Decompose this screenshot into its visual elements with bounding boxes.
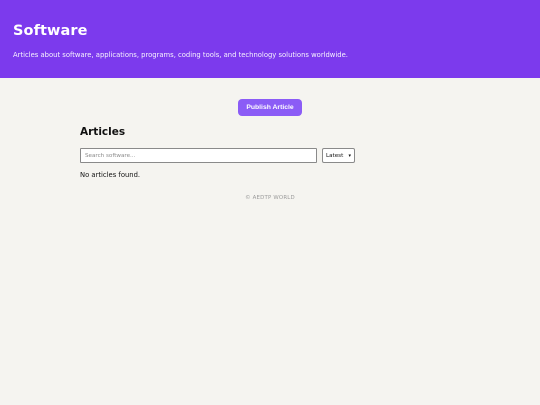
publish-article-button[interactable]: Publish Article	[238, 99, 302, 116]
page-title: Software	[13, 23, 88, 39]
sort-select-value: Latest	[326, 152, 344, 159]
page-header: Software Articles about software, applic…	[0, 0, 540, 78]
sort-select[interactable]: Latest ▾	[322, 148, 355, 163]
articles-heading: Articles	[80, 126, 126, 138]
chevron-down-icon: ▾	[348, 152, 351, 159]
articles-controls: Latest ▾	[80, 148, 460, 163]
main-content: Publish Article Articles Latest ▾ No art…	[0, 78, 540, 201]
page-subtitle: Articles about software, applications, p…	[13, 51, 348, 59]
search-input[interactable]	[80, 148, 317, 163]
publish-container: Publish Article	[0, 78, 540, 116]
empty-state-message: No articles found.	[80, 171, 141, 179]
articles-section: Articles Latest ▾ No articles found.	[80, 126, 460, 180]
footer-copyright: © AEDTP WORLD	[245, 195, 295, 201]
